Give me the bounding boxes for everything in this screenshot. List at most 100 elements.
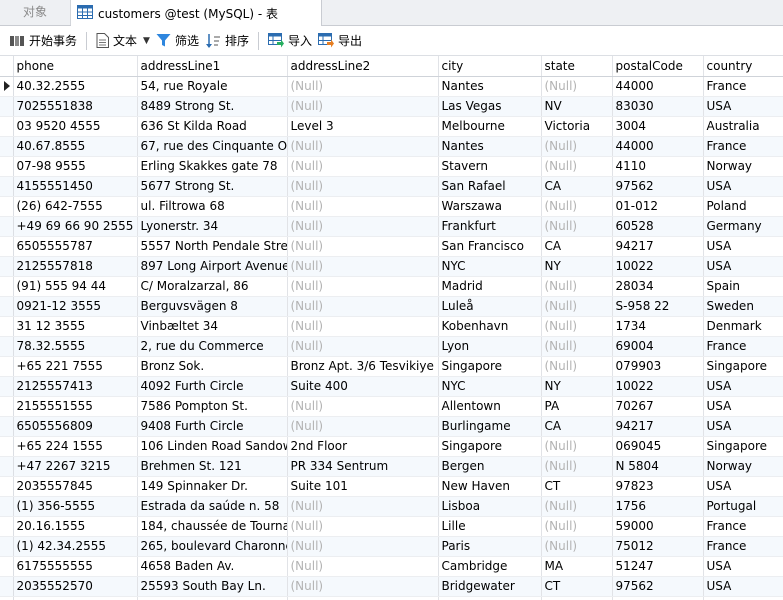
table-cell[interactable]: 9408 Furth Circle xyxy=(137,416,288,437)
table-cell[interactable]: (Null) xyxy=(541,216,613,237)
table-cell[interactable]: San Rafael xyxy=(438,176,542,197)
table-cell[interactable]: Kobenhavn xyxy=(438,316,542,337)
table-cell[interactable]: (Null) xyxy=(287,556,439,577)
row-selector[interactable] xyxy=(0,156,14,177)
table-cell[interactable]: 31 12 3555 xyxy=(13,316,138,337)
table-cell[interactable]: USA xyxy=(703,176,783,197)
table-cell[interactable]: 2125557818 xyxy=(13,256,138,277)
table-cell[interactable]: CT xyxy=(541,476,613,497)
table-cell[interactable]: (Null) xyxy=(287,536,439,557)
table-cell[interactable] xyxy=(287,596,439,600)
row-selector[interactable] xyxy=(0,256,14,277)
table-cell[interactable]: 10022 xyxy=(612,256,704,277)
table-cell[interactable]: PA xyxy=(541,396,613,417)
table-row[interactable]: +65 221 7555 Bronz Sok. Bronz Apt. 3/6 Tes… xyxy=(0,356,783,377)
row-selector[interactable] xyxy=(0,336,14,357)
table-cell[interactable]: USA xyxy=(703,376,783,397)
table-cell[interactable]: MA xyxy=(541,556,613,577)
table-cell[interactable]: (Null) xyxy=(541,76,613,97)
table-cell[interactable]: USA xyxy=(703,256,783,277)
table-cell[interactable]: 20.16.1555 xyxy=(13,516,138,537)
table-cell[interactable]: (Null) xyxy=(287,156,439,177)
table-row[interactable]: 40.32.2555 54, rue Royale (Null) Nantes (Nul… xyxy=(0,76,783,97)
row-selector[interactable] xyxy=(0,136,14,157)
table-cell[interactable]: (Null) xyxy=(287,416,439,437)
table-row[interactable]: 2035557845 149 Spinnaker Dr. Suite 101 New … xyxy=(0,476,783,497)
table-cell[interactable]: (Null) xyxy=(541,336,613,357)
table-cell[interactable]: 6505555787 xyxy=(13,236,138,257)
table-cell[interactable]: (Null) xyxy=(287,76,439,97)
table-cell[interactable]: USA xyxy=(703,416,783,437)
table-cell[interactable]: (Null) xyxy=(541,316,613,337)
table-row[interactable]: (26) 642-7555 ul. Filtrowa 68 (Null) Warsza… xyxy=(0,196,783,217)
table-row[interactable]: 31 12 3555 Vinbæltet 34 (Null) Kobenhavn (Nu… xyxy=(0,316,783,337)
table-row[interactable]: +49 69 66 90 2555 Lyonerstr. 34 (Null) Fran… xyxy=(0,216,783,237)
table-cell[interactable]: (Null) xyxy=(287,316,439,337)
table-cell[interactable]: 94217 xyxy=(612,236,704,257)
table-cell[interactable]: 67, rue des Cinquante Otage xyxy=(137,136,288,157)
table-row[interactable]: 6175555555 4658 Baden Av. (Null) Cambridge M… xyxy=(0,556,783,577)
table-cell[interactable]: Madrid xyxy=(438,276,542,297)
table-cell[interactable]: 10022 xyxy=(612,376,704,397)
table-cell[interactable]: +47 2267 3215 xyxy=(13,456,138,477)
row-selector[interactable] xyxy=(0,356,14,377)
table-row[interactable]: 03 9520 4555 636 St Kilda Road Level 3 Melb… xyxy=(0,116,783,137)
sort-button[interactable]: 排序 xyxy=(202,29,252,53)
row-selector[interactable] xyxy=(0,396,14,417)
table-cell[interactable]: 28034 xyxy=(612,276,704,297)
table-cell[interactable]: 60528 xyxy=(612,216,704,237)
table-cell[interactable]: 184, chaussée de Tournai xyxy=(137,516,288,537)
table-cell[interactable]: NYC xyxy=(438,256,542,277)
table-cell[interactable]: Suite 101 xyxy=(287,476,439,497)
table-cell[interactable]: (Null) xyxy=(287,276,439,297)
table-cell[interactable]: 97562 xyxy=(612,176,704,197)
table-cell[interactable]: 7025551838 xyxy=(13,96,138,117)
table-cell[interactable]: Bronz Apt. 3/6 Tesvikiye xyxy=(287,356,439,377)
table-cell[interactable]: (1) 356-5555 xyxy=(13,496,138,517)
table-cell[interactable]: 75012 xyxy=(612,536,704,557)
table-cell[interactable]: 94217 xyxy=(612,416,704,437)
column-header[interactable]: addressLine2 xyxy=(287,56,439,77)
table-cell[interactable]: (Null) xyxy=(287,136,439,157)
table-cell[interactable]: Melbourne xyxy=(438,116,542,137)
column-header[interactable]: phone xyxy=(13,56,138,77)
table-cell[interactable]: 0921-12 3555 xyxy=(13,296,138,317)
table-cell[interactable]: 2035557845 xyxy=(13,476,138,497)
table-cell[interactable]: Lisboa xyxy=(438,496,542,517)
column-header[interactable]: addressLine1 xyxy=(137,56,288,77)
table-cell[interactable]: +65 224 1555 xyxy=(13,436,138,457)
table-cell[interactable]: (Null) xyxy=(541,276,613,297)
table-cell[interactable]: 6505556809 xyxy=(13,416,138,437)
table-cell[interactable]: Lyonerstr. 34 xyxy=(137,216,288,237)
table-cell[interactable]: USA xyxy=(703,556,783,577)
table-cell[interactable]: (Null) xyxy=(541,136,613,157)
table-cell[interactable]: 7586 Pompton St. xyxy=(137,396,288,417)
table-cell[interactable]: Erling Skakkes gate 78 xyxy=(137,156,288,177)
table-cell[interactable]: Germany xyxy=(703,216,783,237)
row-selector[interactable] xyxy=(0,196,14,217)
table-cell[interactable]: (Null) xyxy=(541,516,613,537)
table-cell[interactable]: (Null) xyxy=(541,536,613,557)
table-cell[interactable]: Cambridge xyxy=(438,556,542,577)
table-cell[interactable]: 44000 xyxy=(612,136,704,157)
row-selector[interactable] xyxy=(0,416,14,437)
table-row[interactable]: (91) 555 94 44 C/ Moralzarzal, 86 (Null) Ma… xyxy=(0,276,783,297)
table-cell[interactable]: (Null) xyxy=(287,216,439,237)
table-row[interactable]: 0921-12 3555 Berguvsvägen 8 (Null) Luleå (Nu… xyxy=(0,296,783,317)
table-row[interactable]: +65 224 1555 106 Linden Road Sandown 2nd F… xyxy=(0,436,783,457)
row-selector[interactable] xyxy=(0,476,14,497)
filter-button[interactable]: 筛选 xyxy=(153,29,202,53)
table-row[interactable]: 6505556809 9408 Furth Circle (Null) Burling… xyxy=(0,416,783,437)
table-row[interactable]: 7025551838 8489 Strong St. (Null) Las Vegas… xyxy=(0,96,783,117)
table-cell[interactable]: 4110 xyxy=(612,156,704,177)
row-selector[interactable] xyxy=(0,596,14,600)
table-cell[interactable]: 25593 South Bay Ln. xyxy=(137,576,288,597)
export-button[interactable]: 导出 xyxy=(315,29,365,53)
table-cell[interactable]: Lille xyxy=(438,516,542,537)
table-row[interactable]: 2035552570 25593 South Bay Ln. (Null) Bridg… xyxy=(0,576,783,597)
table-cell[interactable]: 5677 Strong St. xyxy=(137,176,288,197)
table-cell[interactable]: Victoria xyxy=(541,116,613,137)
table-cell[interactable]: USA xyxy=(703,576,783,597)
table-cell[interactable]: Poland xyxy=(703,196,783,217)
table-cell[interactable]: 6175555555 xyxy=(13,556,138,577)
